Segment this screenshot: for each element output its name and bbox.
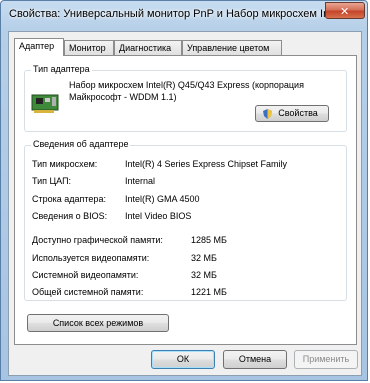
dialog-window: Свойства: Универсальный монитор PnP и На… (0, 0, 368, 381)
adapter-type-group: Тип адаптера Набор микросхем Intel(R) Q4… (24, 64, 347, 132)
adapter-panel: Тип адаптера Набор микросхем Intel(R) Q4… (14, 55, 357, 345)
tab-adapter[interactable]: Адаптер (14, 38, 64, 56)
window-title: Свойства: Универсальный монитор PnP и На… (9, 8, 339, 20)
close-button[interactable]: ✕ (325, 2, 365, 19)
tab-monitor[interactable]: Монитор (64, 40, 114, 55)
available-graphics-memory-value: 1285 МБ (191, 235, 227, 245)
title-bar[interactable]: Свойства: Универсальный монитор PnP и На… (1, 1, 369, 29)
chip-type-value: Intel(R) 4 Series Express Chipset Family (125, 159, 288, 169)
adapter-name-line2: Майкрософт - WDDM 1.1) (69, 92, 177, 102)
list-all-modes-button[interactable]: Список всех режимов (27, 314, 169, 332)
bios-info-label: Сведения о BIOS: (32, 211, 108, 221)
dedicated-video-memory-label: Используется видеопамяти: (32, 253, 150, 263)
adapter-string-label: Строка адаптера: (32, 194, 106, 204)
adapter-info-group: Сведения об адаптере Тип микросхем: Inte… (24, 139, 347, 301)
system-video-memory-value: 32 МБ (191, 270, 217, 280)
dac-type-value: Internal (125, 176, 156, 186)
chip-type-label: Тип микросхем: (32, 159, 98, 169)
graphics-card-icon (31, 94, 59, 113)
dialog-client: Адаптер Монитор Диагностика Управление ц… (8, 31, 362, 376)
properties-button-label: Свойства (278, 108, 318, 118)
cancel-button[interactable]: Отмена (223, 350, 287, 369)
properties-button[interactable]: Свойства (255, 105, 329, 122)
apply-button[interactable]: Применить (294, 350, 358, 369)
dedicated-video-memory-value: 32 МБ (191, 253, 217, 263)
bios-info-value: Intel Video BIOS (125, 211, 192, 221)
adapter-type-title: Тип адаптера (31, 64, 92, 74)
close-icon: ✕ (340, 5, 350, 18)
adapter-string-value: Intel(R) GMA 4500 (125, 194, 200, 204)
system-video-memory-label: Системной видеопамяти: (32, 270, 139, 280)
available-graphics-memory-label: Доступно графической памяти: (32, 235, 163, 245)
shared-system-memory-label: Общей системной памяти: (32, 287, 144, 297)
shared-system-memory-value: 1221 МБ (191, 287, 227, 297)
dac-type-label: Тип ЦАП: (32, 176, 72, 186)
ok-button[interactable]: ОК (151, 350, 215, 369)
adapter-name-line1: Набор микросхем Intel(R) Q45/Q43 Express… (69, 80, 304, 90)
tab-color-management[interactable]: Управление цветом (182, 40, 282, 55)
adapter-info-title: Сведения об адаптере (31, 139, 131, 149)
tab-diagnostics[interactable]: Диагностика (114, 40, 182, 55)
shield-icon (263, 109, 272, 119)
